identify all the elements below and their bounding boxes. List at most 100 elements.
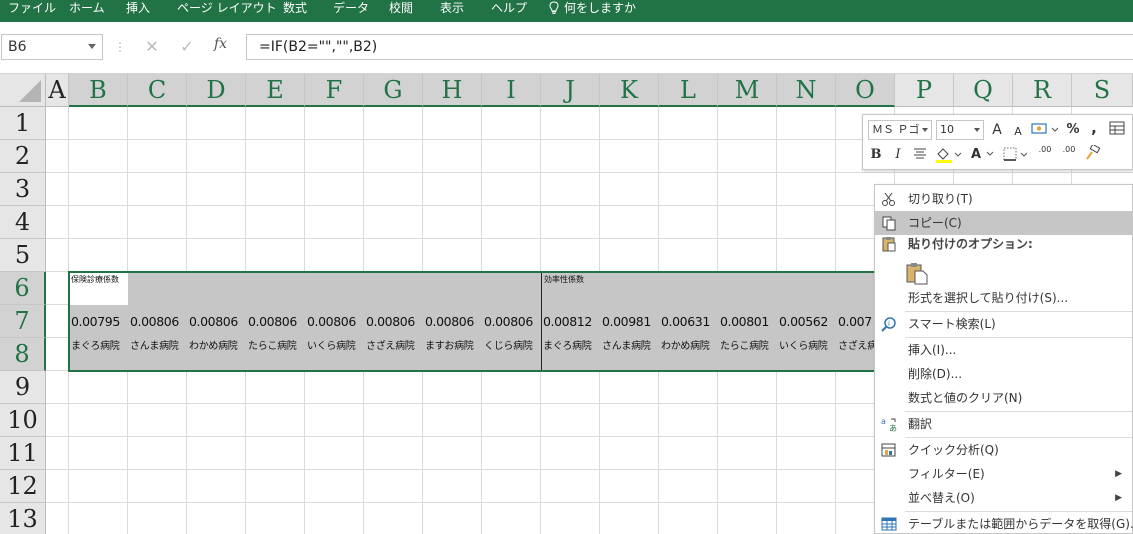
cell-j8[interactable]: まぐろ病院 [543,337,600,357]
cell-f8[interactable]: いくら病院 [307,337,364,357]
menu-cut[interactable]: 切り取り(T) [875,187,1132,211]
row-header-1[interactable]: 1 [0,107,46,140]
row-header-3[interactable]: 3 [0,173,46,206]
borders-button[interactable] [1001,145,1031,165]
row-header-4[interactable]: 4 [0,206,46,239]
column-header-k[interactable]: K [600,74,659,107]
row-header-8[interactable]: 8 [0,338,46,371]
menu-delete[interactable]: 削除(D)... [875,362,1132,386]
menu-translate[interactable]: aあ 翻訳 [875,412,1132,436]
column-header-c[interactable]: C [128,74,187,107]
cell-b7[interactable]: 0.00795 [71,305,128,338]
format-painter-button[interactable] [1083,143,1101,165]
cell-m7[interactable]: 0.00801 [720,305,777,338]
cell-n8[interactable]: いくら病院 [779,337,836,357]
align-center-button[interactable] [911,145,929,165]
cell-c8[interactable]: さんま病院 [130,337,187,357]
format-table-button[interactable] [1107,120,1127,140]
italic-button[interactable]: I [891,145,905,165]
row-header-7[interactable]: 7 [0,305,46,338]
select-all-button[interactable] [0,74,46,107]
cell-j6[interactable]: 効率性係数 [544,274,584,286]
cancel-icon[interactable]: ✕ [140,36,164,58]
chevron-down-icon[interactable] [88,44,96,49]
column-header-n[interactable]: N [777,74,836,107]
font-size-select[interactable]: 10 [936,120,984,140]
menu-copy[interactable]: コピー(C) [875,211,1132,235]
cell-m8[interactable]: たらこ病院 [720,337,777,357]
column-header-o[interactable]: O [836,74,895,107]
cell-k7[interactable]: 0.00981 [602,305,659,338]
decrease-decimal-button[interactable]: .00 [1059,145,1079,165]
column-header-l[interactable]: L [659,74,718,107]
column-header-e[interactable]: E [246,74,305,107]
cell-b6[interactable]: 保険診療係数 [71,274,119,286]
column-header-j[interactable]: J [541,74,600,107]
column-header-d[interactable]: D [187,74,246,107]
percent-style-button[interactable]: % [1065,120,1081,140]
menu-get-data-from-table[interactable]: テーブルまたは範囲からデータを取得(G)... [875,512,1133,534]
tell-me-search[interactable]: 何をしますか [548,0,636,18]
cell-k8[interactable]: さんま病院 [602,337,659,357]
column-header-b[interactable]: B [69,74,128,107]
column-header-f[interactable]: F [305,74,364,107]
fill-color-button[interactable] [933,145,963,165]
increase-font-size-button[interactable]: A [989,120,1005,140]
menu-data[interactable]: データ [333,0,369,18]
column-header-m[interactable]: M [718,74,777,107]
column-header-p[interactable]: P [895,74,954,107]
menu-view[interactable]: 表示 [440,0,464,18]
number-format-button[interactable] [1029,120,1059,140]
cell-d7[interactable]: 0.00806 [189,305,246,338]
menu-clear-contents[interactable]: 数式と値のクリア(N) [875,386,1132,410]
row-header-11[interactable]: 11 [0,437,46,470]
menu-insert[interactable]: 挿入(I)... [875,338,1132,362]
cell-h7[interactable]: 0.00806 [425,305,482,338]
column-header-a[interactable]: A [46,74,69,107]
menu-filter[interactable]: フィルター(E) ▶ [875,462,1132,486]
cell-e7[interactable]: 0.00806 [248,305,305,338]
column-header-q[interactable]: Q [954,74,1013,107]
cell-h8[interactable]: ますお病院 [425,337,482,357]
menu-formulas[interactable]: 数式 [283,0,307,18]
row-header-9[interactable]: 9 [0,371,46,404]
menu-review[interactable]: 校閲 [389,0,413,18]
menu-smart-lookup[interactable]: i スマート検索(L) [875,312,1132,336]
cell-j7[interactable]: 0.00812 [543,305,600,338]
row-header-5[interactable]: 5 [0,239,46,272]
cell-c7[interactable]: 0.00806 [130,305,187,338]
font-name-select[interactable]: ＭＳ Ｐゴ [868,120,932,140]
cell-n7[interactable]: 0.00562 [779,305,836,338]
column-header-i[interactable]: I [482,74,541,107]
column-header-g[interactable]: G [364,74,423,107]
cell-i7[interactable]: 0.00806 [484,305,541,338]
cell-d8[interactable]: わかめ病院 [189,337,246,357]
formula-input[interactable]: =IF(B2="","",B2) [246,34,1133,60]
row-header-13[interactable]: 13 [0,503,46,534]
font-color-dropdown[interactable] [985,145,995,165]
enter-icon[interactable]: ✓ [175,36,199,58]
name-box[interactable]: B6 [1,34,103,60]
cell-l8[interactable]: わかめ病院 [661,337,718,357]
menu-page-layout[interactable]: ページ レイアウト [177,0,277,18]
column-header-s[interactable]: S [1072,74,1133,107]
bold-button[interactable]: B [869,145,883,165]
column-header-h[interactable]: H [423,74,482,107]
cell-e8[interactable]: たらこ病院 [248,337,305,357]
cell-l7[interactable]: 0.00631 [661,305,718,338]
menu-file[interactable]: ファイル [8,0,56,18]
insert-function-button[interactable]: fx [214,36,227,52]
menu-quick-analysis[interactable]: クイック分析(Q) [875,438,1132,462]
cell-g8[interactable]: さざえ病院 [366,337,423,357]
menu-paste-special[interactable]: 形式を選択して貼り付け(S)... [875,286,1132,310]
comma-style-button[interactable]: , [1087,118,1101,138]
menu-sort[interactable]: 並べ替え(O) ▶ [875,486,1132,510]
font-color-button[interactable]: A [969,145,983,165]
row-header-6[interactable]: 6 [0,272,46,305]
increase-decimal-button[interactable]: .00 [1035,145,1055,165]
column-header-r[interactable]: R [1013,74,1072,107]
paste-button-icon[interactable] [905,261,929,285]
cell-f7[interactable]: 0.00806 [307,305,364,338]
cell-i8[interactable]: くじら病院 [484,337,541,357]
row-header-2[interactable]: 2 [0,140,46,173]
